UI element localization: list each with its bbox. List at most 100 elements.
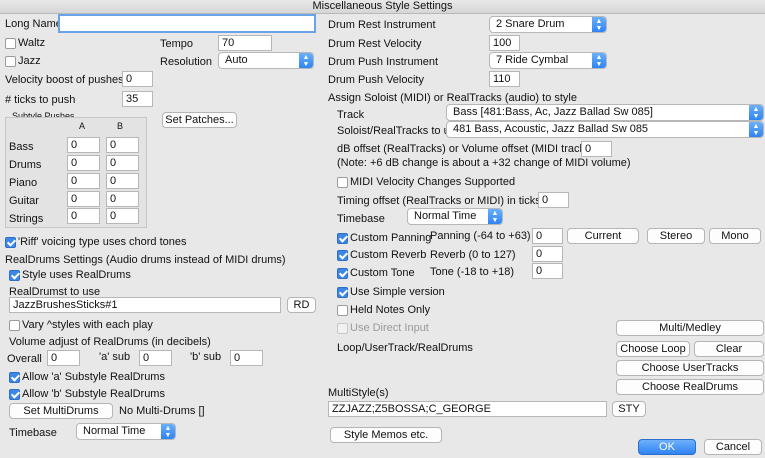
jazz-label: Jazz: [18, 55, 41, 67]
midi-velocity-checkbox[interactable]: [337, 177, 348, 188]
pushes-bass-b[interactable]: 0: [106, 137, 139, 153]
volume-adjust-label: Volume adjust of RealDrums (in decibels): [9, 336, 211, 348]
pushes-strings-a[interactable]: 0: [67, 208, 100, 224]
column-a-header: A: [79, 121, 86, 131]
pushes-strings-b[interactable]: 0: [106, 208, 139, 224]
custom-tone-checkbox[interactable]: [337, 268, 348, 279]
chevron-updown-icon: ▲ ▼: [488, 209, 502, 224]
panning-label: Panning (-64 to +63): [430, 230, 531, 242]
reverb-input[interactable]: 0: [532, 246, 563, 262]
b-sub-label: 'b' sub: [190, 351, 222, 363]
realdrums-settings-heading: RealDrums Settings (Audio drums instead …: [5, 254, 286, 266]
sty-button[interactable]: STY: [612, 401, 646, 417]
style-memos-button[interactable]: Style Memos etc.: [330, 427, 442, 443]
chevron-updown-icon: ▲ ▼: [299, 53, 313, 68]
drum-push-instrument-select[interactable]: 7 Ride Cymbal ▲ ▼: [489, 52, 607, 69]
loop-usertrack-label: Loop/UserTrack/RealDrums: [337, 342, 473, 354]
a-sub-label: 'a' sub: [99, 351, 131, 363]
multistyle-input[interactable]: ZZJAZZ;Z5BOSSA;C_GEORGE: [328, 401, 607, 417]
custom-tone-label: Custom Tone: [350, 267, 415, 279]
realdrums-to-use-input[interactable]: JazzBrushesSticks#1: [9, 297, 281, 313]
dialog-window: Miscellaneous Style Settings Long Name W…: [0, 0, 765, 458]
simple-version-checkbox[interactable]: [337, 287, 348, 298]
custom-reverb-checkbox[interactable]: [337, 250, 348, 261]
current-button[interactable]: Current: [567, 228, 639, 244]
tone-label: Tone (-18 to +18): [430, 266, 515, 278]
track-value: Bass [481:Bass, Ac, Jazz Ballad Sw 085]: [453, 106, 653, 118]
rd-button[interactable]: RD: [287, 297, 316, 313]
pushes-row-label: Piano: [9, 177, 38, 189]
long-name-input[interactable]: [58, 14, 316, 33]
cancel-button[interactable]: Cancel: [704, 439, 762, 455]
panning-input[interactable]: 0: [532, 228, 563, 244]
ticks-to-push-label: # ticks to push: [5, 94, 76, 106]
pushes-piano-b[interactable]: 0: [106, 173, 139, 189]
velocity-boost-label: Velocity boost of pushes: [5, 74, 124, 86]
set-patches-button[interactable]: Set Patches...: [162, 112, 237, 128]
drum-push-instrument-value: 7 Ride Cymbal: [496, 54, 569, 66]
soloist-realtracks-select[interactable]: 481 Bass, Acoustic, Jazz Ballad Sw 085 ▲ ▼: [446, 121, 764, 138]
title-bar: Miscellaneous Style Settings: [0, 0, 765, 14]
db-offset-input[interactable]: 0: [581, 141, 612, 157]
column-b-header: B: [117, 121, 124, 131]
track-select[interactable]: Bass [481:Bass, Ac, Jazz Ballad Sw 085] ▲…: [446, 104, 764, 121]
drum-push-velocity-label: Drum Push Velocity: [328, 74, 424, 86]
resolution-select[interactable]: Auto ▲ ▼: [218, 52, 314, 69]
mono-button[interactable]: Mono: [709, 228, 761, 244]
ticks-to-push-input[interactable]: 35: [122, 91, 153, 107]
timing-offset-input[interactable]: 0: [538, 192, 569, 208]
held-notes-checkbox[interactable]: [337, 305, 348, 316]
multi-medley-button[interactable]: Multi/Medley: [616, 320, 764, 336]
jazz-checkbox[interactable]: [5, 56, 16, 67]
held-notes-label: Held Notes Only: [350, 304, 431, 316]
clear-button[interactable]: Clear: [694, 341, 764, 357]
choose-usertracks-button[interactable]: Choose UserTracks: [616, 360, 764, 376]
drum-push-instrument-label: Drum Push Instrument: [328, 56, 439, 68]
drum-rest-velocity-label: Drum Rest Velocity: [328, 38, 422, 50]
a-sub-input[interactable]: 0: [139, 350, 172, 366]
riff-voicing-checkbox[interactable]: [5, 237, 16, 248]
style-uses-realdrums-label: Style uses RealDrums: [22, 269, 131, 281]
track-label: Track: [337, 109, 365, 121]
waltz-checkbox[interactable]: [5, 38, 16, 49]
timebase-value: Normal Time: [83, 425, 146, 437]
pushes-drums-b[interactable]: 0: [106, 155, 139, 171]
drum-rest-instrument-value: 2 Snare Drum: [496, 18, 565, 30]
choose-loop-button[interactable]: Choose Loop: [616, 341, 690, 357]
pushes-drums-a[interactable]: 0: [67, 155, 100, 171]
style-uses-realdrums-checkbox[interactable]: [9, 270, 20, 281]
drum-push-velocity-input[interactable]: 110: [489, 71, 520, 87]
midi-velocity-label: MIDI Velocity Changes Supported: [350, 176, 516, 188]
timebase-select-left[interactable]: Normal Time ▲ ▼: [76, 423, 176, 440]
drum-rest-instrument-select[interactable]: 2 Snare Drum ▲ ▼: [489, 16, 607, 33]
tone-input[interactable]: 0: [532, 263, 563, 279]
pushes-piano-a[interactable]: 0: [67, 173, 100, 189]
chevron-updown-icon: ▲ ▼: [592, 17, 606, 32]
pushes-guitar-b[interactable]: 0: [106, 191, 139, 207]
allow-b-substyle-checkbox[interactable]: [9, 389, 20, 400]
long-name-label: Long Name: [5, 18, 62, 30]
resolution-label: Resolution: [160, 56, 212, 68]
allow-a-substyle-checkbox[interactable]: [9, 372, 20, 383]
allow-b-substyle-label: Allow 'b' Substyle RealDrums: [22, 388, 165, 400]
set-multidrums-button[interactable]: Set MultiDrums: [9, 403, 113, 419]
db-note-label: (Note: +6 dB change is about a +32 chang…: [337, 157, 631, 169]
custom-panning-checkbox[interactable]: [337, 233, 348, 244]
stereo-button[interactable]: Stereo: [647, 228, 705, 244]
overall-input[interactable]: 0: [47, 350, 80, 366]
waltz-label: Waltz: [18, 37, 46, 49]
custom-panning-label: Custom Panning: [350, 232, 432, 244]
timebase-select-right[interactable]: Normal Time ▲ ▼: [407, 208, 503, 225]
tempo-input[interactable]: 70: [218, 35, 272, 51]
ok-button[interactable]: OK: [638, 439, 696, 455]
custom-reverb-label: Custom Reverb: [350, 249, 427, 261]
allow-a-substyle-label: Allow 'a' Substyle RealDrums: [22, 371, 165, 383]
choose-realdrums-button[interactable]: Choose RealDrums: [616, 379, 764, 395]
vary-styles-checkbox[interactable]: [9, 320, 20, 331]
drum-rest-velocity-input[interactable]: 100: [489, 35, 520, 51]
velocity-boost-input[interactable]: 0: [122, 71, 153, 87]
pushes-guitar-a[interactable]: 0: [67, 191, 100, 207]
pushes-bass-a[interactable]: 0: [67, 137, 100, 153]
pushes-row-label: Strings: [9, 213, 44, 225]
b-sub-input[interactable]: 0: [230, 350, 263, 366]
